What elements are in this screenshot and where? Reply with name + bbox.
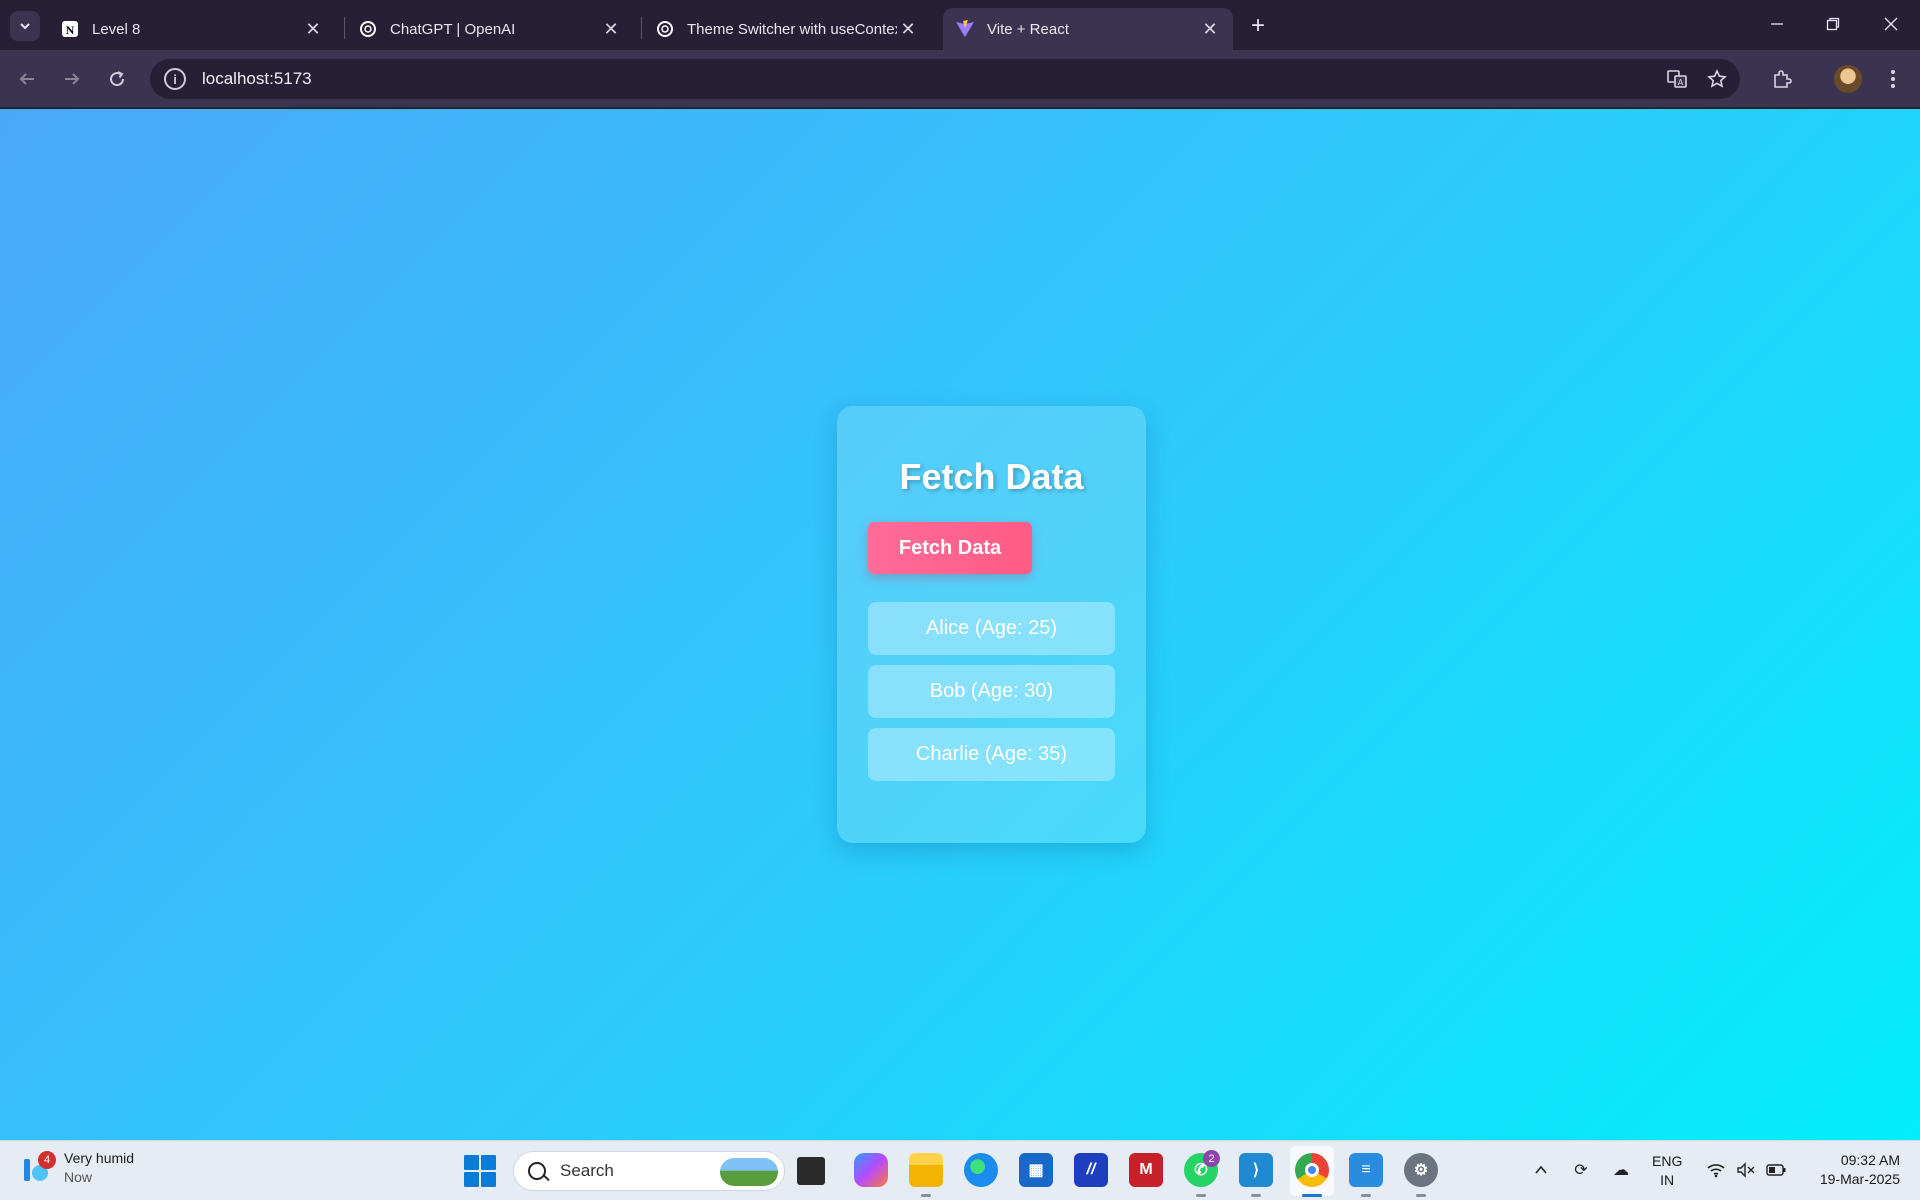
chevron-down-icon xyxy=(20,23,30,30)
mcafee-icon[interactable]: M xyxy=(1129,1153,1163,1187)
forward-icon[interactable] xyxy=(57,64,87,94)
windows-start-icon[interactable] xyxy=(464,1155,496,1187)
battery-icon[interactable] xyxy=(1763,1157,1789,1183)
whatsapp-badge: 2 xyxy=(1203,1150,1220,1167)
page-viewport: Fetch Data Fetch Data Alice (Age: 25) Bo… xyxy=(0,109,1920,1140)
browser-toolbar: i localhost:5173 A xyxy=(0,50,1920,108)
search-placeholder: Search xyxy=(560,1161,614,1180)
tab-level-8[interactable]: N Level 8 ✕ xyxy=(48,8,336,50)
new-tab-button[interactable]: + xyxy=(1244,12,1272,40)
restore-icon[interactable] xyxy=(1810,8,1856,40)
close-icon[interactable]: ✕ xyxy=(302,18,324,40)
svg-text:N: N xyxy=(66,23,75,37)
menu-kebab-icon[interactable] xyxy=(1878,64,1908,94)
taskbar-search[interactable]: Search xyxy=(513,1151,785,1191)
close-icon[interactable]: ✕ xyxy=(1199,18,1221,40)
reload-icon[interactable] xyxy=(102,64,132,94)
microsoft-store-icon[interactable]: ▦ xyxy=(1019,1153,1053,1187)
weather-label: Very humid xyxy=(64,1150,135,1166)
close-icon[interactable]: ✕ xyxy=(897,18,919,40)
extensions-icon[interactable] xyxy=(1767,64,1797,94)
wifi-icon[interactable] xyxy=(1703,1157,1729,1183)
system-clock[interactable]: 09:32 AM 19-Mar-2025 xyxy=(1800,1151,1900,1189)
chrome-icon[interactable] xyxy=(1295,1153,1329,1187)
file-explorer-icon[interactable] xyxy=(909,1153,943,1187)
fetch-data-button[interactable]: Fetch Data xyxy=(868,522,1032,574)
show-hidden-icons-chevron-icon[interactable] xyxy=(1528,1157,1554,1183)
volume-muted-icon[interactable] xyxy=(1733,1157,1759,1183)
language-indicator[interactable]: ENG IN xyxy=(1652,1152,1682,1190)
settings-gear-icon[interactable]: ⚙ xyxy=(1404,1153,1438,1187)
tab-title: Level 8 xyxy=(92,20,141,38)
notion-icon: N xyxy=(60,19,80,39)
address-bar[interactable]: i localhost:5173 xyxy=(150,59,1740,99)
bookmark-star-icon[interactable] xyxy=(1702,64,1732,94)
sync-icon[interactable]: ⟳ xyxy=(1568,1157,1594,1183)
vite-icon xyxy=(955,19,975,39)
notification-badge: 4 xyxy=(38,1151,56,1169)
notepad-icon[interactable]: ≡ xyxy=(1349,1153,1383,1187)
address-url: localhost:5173 xyxy=(202,69,312,88)
copilot-icon[interactable] xyxy=(854,1153,888,1187)
edge-icon[interactable] xyxy=(964,1153,998,1187)
weather-icon: 4 xyxy=(22,1151,56,1183)
task-view-icon[interactable] xyxy=(797,1157,825,1185)
page-title: Fetch Data xyxy=(899,456,1084,497)
tab-title: Vite + React xyxy=(987,20,1069,38)
tab-title: Theme Switcher with useContex xyxy=(687,20,897,38)
svg-text:A: A xyxy=(1678,78,1684,87)
window-close-icon[interactable] xyxy=(1868,8,1914,40)
tab-search-button[interactable] xyxy=(10,11,40,41)
search-icon xyxy=(528,1162,546,1180)
list-item: Charlie (Age: 35) xyxy=(868,728,1115,781)
browser-tab-strip: N Level 8 ✕ ChatGPT | OpenAI ✕ Theme Swi… xyxy=(0,0,1920,50)
back-icon[interactable] xyxy=(12,64,42,94)
list-item: Bob (Age: 30) xyxy=(868,665,1115,718)
translate-icon[interactable]: A xyxy=(1662,64,1692,94)
list-item: Alice (Age: 25) xyxy=(868,602,1115,655)
minimize-icon[interactable] xyxy=(1754,8,1800,40)
tab-chatgpt[interactable]: ChatGPT | OpenAI ✕ xyxy=(346,8,634,50)
close-icon[interactable]: ✕ xyxy=(600,18,622,40)
tab-vite-react[interactable]: Vite + React ✕ xyxy=(943,8,1233,50)
weather-widget[interactable]: 4 Very humid Now xyxy=(22,1149,134,1187)
onedrive-icon[interactable]: ☁ xyxy=(1608,1157,1634,1183)
site-info-icon[interactable]: i xyxy=(164,68,186,90)
profile-avatar[interactable] xyxy=(1834,65,1862,93)
user-list: Alice (Age: 25) Bob (Age: 30) Charlie (A… xyxy=(868,602,1115,791)
weather-sub: Now xyxy=(64,1169,93,1185)
openai-icon xyxy=(358,19,378,39)
visual-studio-app-icon[interactable]: // xyxy=(1074,1153,1108,1187)
windows-taskbar: 4 Very humid Now Search ▦ // M ✆ 2 ⟩ ≡ ⚙… xyxy=(0,1140,1920,1200)
openai-icon xyxy=(655,19,675,39)
vscode-icon[interactable]: ⟩ xyxy=(1239,1153,1273,1187)
tab-separator xyxy=(344,17,345,39)
search-highlight-image xyxy=(720,1158,778,1186)
fetch-data-card: Fetch Data Fetch Data Alice (Age: 25) Bo… xyxy=(837,406,1146,843)
tab-separator xyxy=(641,17,642,39)
tab-theme-switcher[interactable]: Theme Switcher with useContex ✕ xyxy=(643,8,931,50)
tab-title: ChatGPT | OpenAI xyxy=(390,20,516,38)
